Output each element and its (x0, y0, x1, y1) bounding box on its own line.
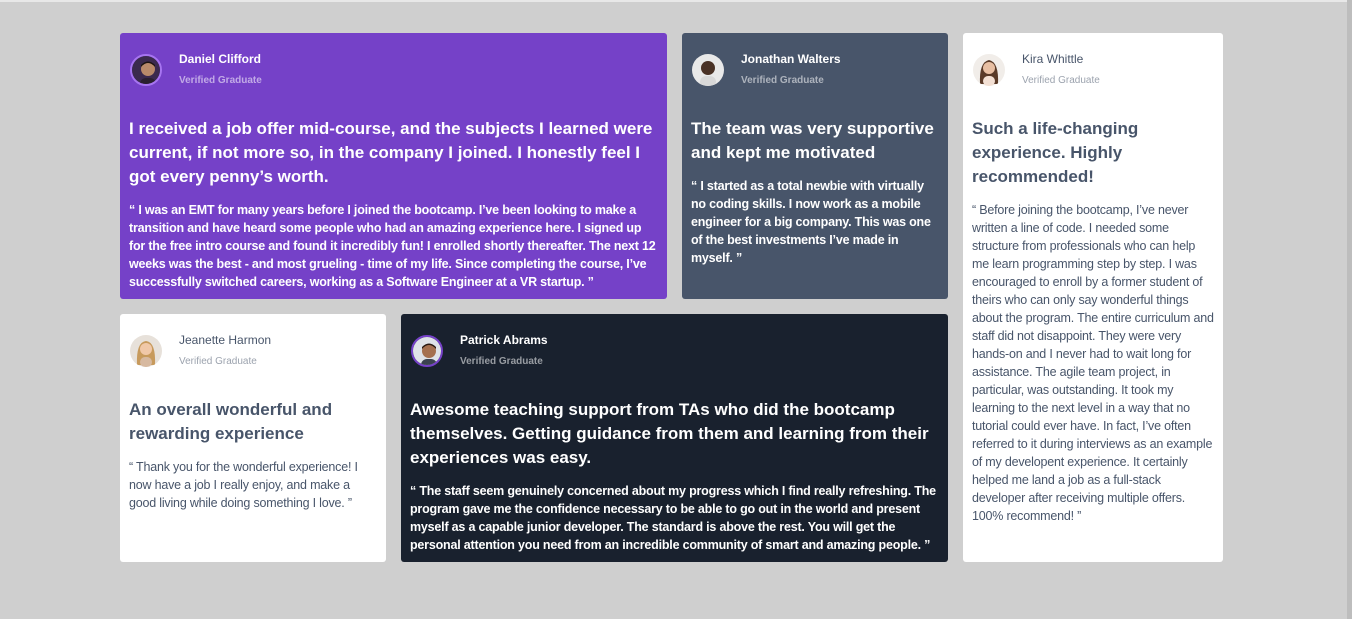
avatar-daniel-icon (130, 54, 162, 86)
testimonial-headline: I received a job offer mid-course, and t… (129, 119, 653, 186)
testimonial-header: Patrick Abrams Verified Graduate (410, 324, 939, 382)
testimonial-quote: “ The staff seem genuinely concerned abo… (410, 484, 936, 552)
author-name: Kira Whittle (1022, 52, 1084, 66)
author-role: Verified Graduate (741, 75, 824, 86)
author-name: Jeanette Harmon (179, 333, 272, 347)
testimonial-card-patrick: Patrick Abrams Verified Graduate Awesome… (401, 314, 948, 562)
testimonial-card-jeanette: Jeanette Harmon Verified Graduate An ove… (120, 314, 386, 562)
testimonial-headline: An overall wonderful and rewarding exper… (129, 400, 333, 443)
author-name: Patrick Abrams (460, 333, 548, 347)
testimonial-header: Kira Whittle Verified Graduate (972, 43, 1214, 101)
testimonial-header: Jeanette Harmon Verified Graduate (129, 324, 377, 382)
testimonial-card-jonathan: Jonathan Walters Verified Graduate The t… (682, 33, 948, 299)
testimonial-headline: The team was very supportive and kept me… (691, 119, 934, 162)
author-role: Verified Graduate (1022, 75, 1100, 86)
scrollbar[interactable] (1347, 0, 1352, 619)
testimonial-headline: Awesome teaching support from TAs who di… (410, 400, 929, 467)
testimonial-header: Jonathan Walters Verified Graduate (691, 43, 939, 101)
avatar-jonathan-icon (692, 54, 724, 86)
author-role: Verified Graduate (179, 75, 262, 86)
avatar-kira-icon (973, 54, 1005, 86)
avatar-jeanette-icon (130, 335, 162, 367)
testimonial-quote: “ Thank you for the wonderful experience… (129, 460, 358, 510)
avatar-patrick-icon (411, 335, 443, 367)
author-role: Verified Graduate (460, 356, 543, 367)
testimonial-headline: Such a life-changing experience. Highly … (972, 119, 1139, 186)
top-border (0, 0, 1352, 2)
author-name: Daniel Clifford (179, 52, 262, 66)
author-name: Jonathan Walters (741, 52, 841, 66)
testimonial-card-kira: Kira Whittle Verified Graduate Such a li… (963, 33, 1223, 562)
testimonial-quote: “ I started as a total newbie with virtu… (691, 179, 931, 265)
testimonial-quote: “ Before joining the bootcamp, I’ve neve… (972, 203, 1214, 523)
testimonial-card-daniel: Daniel Clifford Verified Graduate I rece… (120, 33, 667, 299)
testimonial-quote: “ I was an EMT for many years before I j… (129, 203, 656, 289)
testimonial-header: Daniel Clifford Verified Graduate (129, 43, 658, 101)
author-role: Verified Graduate (179, 356, 257, 367)
